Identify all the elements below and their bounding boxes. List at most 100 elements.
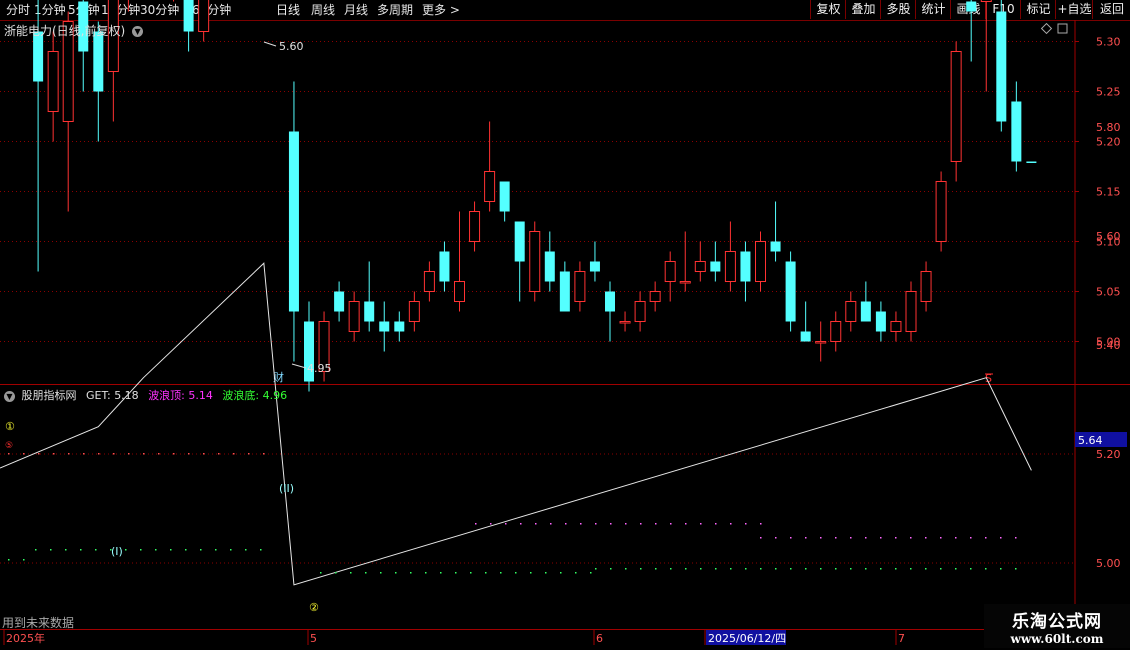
candle-body (364, 301, 375, 322)
dot (895, 568, 897, 570)
dot (730, 568, 732, 570)
y-tick-label: 5.05 (1096, 286, 1121, 299)
dot (610, 568, 612, 570)
dot (218, 453, 220, 455)
candle-body (905, 291, 917, 332)
dot (230, 549, 232, 551)
dot (820, 537, 822, 539)
dot (8, 453, 10, 455)
dot (700, 568, 702, 570)
candle-body (694, 261, 706, 272)
candle-body (379, 321, 390, 332)
value-tag-label: 5.64 (1078, 434, 1103, 447)
candle-body (439, 251, 450, 282)
dot (248, 453, 250, 455)
dot (188, 453, 190, 455)
dot (865, 568, 867, 570)
kline-chart[interactable]: 5.605.555.505.455.405.355.305.255.205.15… (0, 0, 1130, 650)
stock-name-label: 浙能电力(日线,前复权) (4, 24, 126, 38)
candle-body (755, 241, 766, 282)
dot (530, 572, 532, 574)
dot (745, 523, 747, 525)
candle-body (469, 211, 481, 242)
dot (200, 549, 202, 551)
dot (850, 568, 852, 570)
dot (475, 523, 477, 525)
future-data-note: 用到未来数据 (2, 616, 75, 630)
candle-body (890, 321, 902, 332)
dot (760, 523, 762, 525)
dot (410, 572, 412, 574)
indicator-get-value: GET: 5.18 (86, 389, 139, 402)
chevron-down-icon[interactable]: ▼ (132, 26, 144, 37)
dot (490, 523, 492, 525)
dot (580, 523, 582, 525)
dot (350, 572, 352, 574)
dot (35, 549, 37, 551)
dot (790, 537, 792, 539)
candle-body (679, 281, 691, 284)
dot (455, 572, 457, 574)
dot (610, 523, 612, 525)
candle-body (815, 341, 827, 344)
y-tick-label: 5.15 (1096, 186, 1121, 199)
dot (1000, 537, 1002, 539)
ind-dot-row-bottom (320, 572, 592, 574)
ind-dot-row-bottom2 (595, 568, 1017, 570)
chevron-down-icon[interactable]: ▼ (4, 390, 15, 402)
dot (215, 549, 217, 551)
dot (545, 572, 547, 574)
indicator-name: 股朋指标网 (21, 389, 77, 402)
diamond-icon (1040, 22, 1053, 35)
dot (23, 453, 25, 455)
dot (113, 453, 115, 455)
candle-body (619, 321, 631, 324)
candle-body (394, 321, 405, 332)
dot (940, 537, 942, 539)
dot (185, 549, 187, 551)
candle-body (484, 171, 496, 202)
dot (1015, 568, 1017, 570)
y-tick-label: 5.25 (1096, 86, 1121, 99)
dot (158, 453, 160, 455)
dot (940, 568, 942, 570)
candle-body (980, 0, 992, 2)
dot (595, 523, 597, 525)
dot (925, 537, 927, 539)
dot (625, 523, 627, 525)
ind-dot-row-low (35, 549, 262, 551)
dot (260, 549, 262, 551)
date-label: 7 (898, 632, 905, 645)
dot (173, 453, 175, 455)
dot (670, 523, 672, 525)
dot (365, 572, 367, 574)
y-tick-label: 5.30 (1096, 36, 1121, 49)
candle-body (664, 261, 676, 282)
dot (880, 568, 882, 570)
dot (320, 572, 322, 574)
dot (595, 568, 597, 570)
candle-body (649, 291, 661, 302)
low-pointer (291, 363, 307, 369)
candle-body (529, 231, 541, 292)
dot (955, 537, 957, 539)
candle-body (920, 271, 932, 302)
dot (835, 568, 837, 570)
high-pointer (263, 41, 277, 47)
candle-body (348, 301, 360, 332)
dot (155, 549, 157, 551)
dot (760, 537, 762, 539)
dot (1000, 568, 1002, 570)
dot (970, 537, 972, 539)
dot (670, 568, 672, 570)
ind-y-tick-label: 5.00 (1096, 557, 1121, 570)
dot (245, 549, 247, 551)
dot (515, 572, 517, 574)
dot (640, 523, 642, 525)
candles-group (33, 0, 1037, 392)
dot (98, 453, 100, 455)
ind-dot-row-mid (475, 523, 762, 525)
indicator-title: ▼ 股朋指标网 GET: 5.18 波浪顶: 5.14 波浪底: 4.96 (4, 387, 287, 403)
dot (970, 568, 972, 570)
dot (83, 453, 85, 455)
